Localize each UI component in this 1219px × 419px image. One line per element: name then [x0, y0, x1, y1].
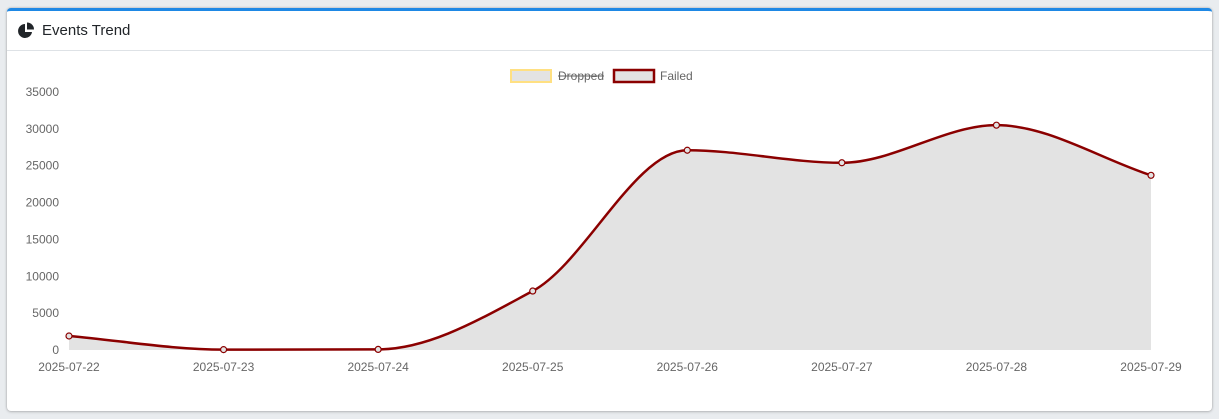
x-tick-label: 2025-07-27: [811, 360, 873, 374]
failed-data-point: [219, 346, 228, 354]
failed-data-point: [838, 159, 846, 167]
x-tick-label: 2025-07-22: [38, 360, 100, 374]
y-tick-label: 35000: [26, 85, 60, 99]
x-tick-label: 2025-07-29: [1120, 360, 1182, 374]
y-tick-label: 10000: [26, 269, 60, 283]
failed-data-point: [529, 287, 537, 295]
x-tick-label: 2025-07-28: [966, 360, 1028, 374]
y-tick-label: 25000: [26, 159, 60, 173]
y-tick-label: 20000: [26, 196, 60, 210]
x-tick-label: 2025-07-24: [347, 360, 409, 374]
x-tick-label: 2025-07-23: [193, 360, 255, 374]
y-tick-label: 15000: [26, 232, 60, 246]
legend-swatch-dropped: [510, 69, 552, 83]
x-tick-label: 2025-07-26: [657, 360, 719, 374]
failed-data-point: [992, 121, 1001, 129]
y-tick-label: 0: [52, 343, 59, 357]
legend-swatch-failed: [612, 68, 656, 84]
failed-data-point: [374, 345, 382, 354]
x-tick-label: 2025-07-25: [502, 360, 564, 374]
y-tick-label: 30000: [26, 122, 60, 136]
failed-data-point: [1147, 171, 1155, 179]
events-trend-chart: 0 5000 10000 15000 20000 25000 30000 35000 2025-…: [26, 68, 1182, 374]
failed-series-area: [69, 125, 1151, 350]
failed-data-point: [65, 332, 73, 340]
chart-area: 0 5000 10000 15000 20000 25000 30000 35000 2025-…: [0, 0, 1212, 408]
failed-data-point: [683, 146, 691, 154]
y-tick-label: 5000: [32, 306, 59, 320]
legend-label-failed[interactable]: Failed: [660, 69, 693, 83]
